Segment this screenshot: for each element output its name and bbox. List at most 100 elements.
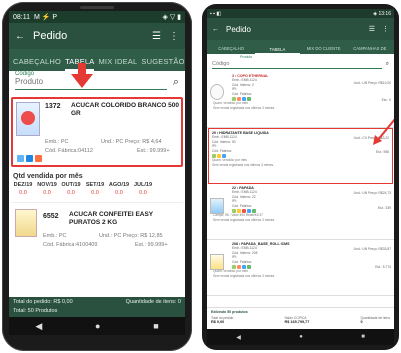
status-icons-right: ◈ 13:16: [373, 10, 391, 17]
product-card[interactable]: 22 • PAPADA Emb.: EMB.1124 Cód. Interno:…: [207, 184, 394, 240]
tab-campanhas[interactable]: CAMPANHAS DE: [348, 46, 392, 54]
sales-value: 0.0: [43, 190, 51, 196]
order-total: Total do pedido: R$ 0,00: [13, 299, 73, 305]
search-label: Código: [15, 71, 35, 77]
product-thumbnail: [16, 102, 40, 136]
red-arrow-icon: [71, 63, 93, 88]
sales-value: 0.0: [19, 190, 27, 196]
sales-title: Qtd vendida por mês: [13, 173, 83, 180]
tab-cabecalho[interactable]: CABEÇALHO: [209, 46, 253, 54]
product-und-preco: Und.: UN Preço: R$33,87: [353, 247, 391, 251]
product-description: ACUCAR COLORIDO BRANCO 500 GR: [71, 102, 179, 117]
status-bar: 08:11 M ⚡ P ◈ ▽ ▮: [9, 11, 185, 23]
page-title: Pedido: [226, 24, 251, 34]
tab-mix-do-cliente[interactable]: MIX DO CLIENTE: [302, 46, 346, 54]
product-badges: [17, 155, 42, 162]
product-thumbnail: [210, 84, 224, 100]
search-row: ⌕: [9, 71, 185, 93]
product-card-highlighted[interactable]: 20 • HIDRATANTE BASE LIQUIDA Emb.: EMB.1…: [208, 128, 393, 184]
product-thumbnail: [210, 254, 224, 270]
product-cod-fabrica: Cód. Fábrica:: [232, 203, 252, 208]
nav-home-icon[interactable]: ●: [299, 334, 303, 340]
sales-note: Sem venda registrada nos últimos 3 meses…: [213, 105, 276, 110]
sales-history: DEZ/19 0.0 NOV/19 0.0 OUT/19 0.0 SET/19 0.0 …: [9, 182, 185, 196]
qty-value: 0: [360, 320, 363, 324]
product-estoque: Est.: 99.999+: [135, 242, 168, 248]
search-row: Produto ⌕: [212, 55, 389, 72]
product-emb: Emb.: PC: [43, 233, 67, 239]
arrow-back-icon[interactable]: ←: [212, 26, 219, 33]
saldo-value: R$ 165.799,77: [284, 320, 310, 324]
product-und-preco: Und.: PC Preço: R$ 4,64: [101, 139, 162, 145]
product-card[interactable]: 208 • PAPADA_BASE_ROLL ICMS Emb.: EMB.11…: [207, 240, 394, 296]
product-estoque: Est.: 99.999+: [137, 148, 170, 154]
filter-icon[interactable]: ☰: [369, 25, 375, 33]
product-estoque: Est.: 339: [377, 206, 391, 210]
tab-mix-ideal[interactable]: MIX IDEAL: [98, 57, 137, 71]
product-card[interactable]: 3 • COPO ETHERNAL Emb.: EMB.1124 Cód. In…: [207, 72, 394, 128]
status-icons-left: ▪ ▪ ◧: [210, 10, 222, 17]
product-cod-fabrica: Cód. Fábrica:: [232, 91, 252, 96]
search-label: Produto: [240, 55, 253, 59]
sales-value: 0.0: [115, 190, 123, 196]
app-bar: ← Pedido ☰ ⋮: [207, 18, 394, 40]
nav-back-icon[interactable]: ◀: [35, 321, 42, 332]
left-screen: 08:11 M ⚡ P ◈ ▽ ▮ ← Pedido ☰ ⋮ CABEÇALHO…: [9, 11, 185, 335]
sales-month: NOV/19: [37, 182, 57, 188]
red-arrow-icon: [373, 118, 394, 145]
product-card[interactable]: 6552 ACUCAR CONFEITEI EASY PURATOS 2 KG …: [11, 202, 183, 254]
product-card-highlighted[interactable]: 1372 ACUCAR COLORIDO BRANCO 500 GR Emb.:…: [11, 97, 183, 167]
product-cod-fabrica: Cód. Fábrica:: [212, 148, 232, 153]
saldo-cell: Saldo CC/RCA R$ 165.799,77: [284, 316, 309, 324]
order-total-cell: Total do pedido R$ 0,00: [211, 316, 233, 324]
arrow-back-icon[interactable]: ←: [15, 31, 25, 42]
search-icon[interactable]: ⌕: [386, 61, 389, 68]
order-quantity: Quantidade de itens: 0: [125, 299, 181, 305]
product-cod-fabrica: Cód. Fábrica:4100409: [43, 242, 98, 248]
tab-cabecalho[interactable]: CABEÇALHO: [13, 57, 61, 71]
product-thumbnail: [15, 209, 37, 237]
nav-recents-icon[interactable]: ■: [153, 321, 158, 331]
status-icons-right: ◈ ▽ ▮: [162, 14, 181, 21]
product-code: 6552: [43, 213, 59, 220]
code-search-input[interactable]: [212, 59, 382, 69]
right-phone-frame: ▪ ▪ ◧ ◈ 13:16 ← Pedido ☰ ⋮ CABEÇALHO TAB…: [202, 4, 399, 350]
sales-month: DEZ/19: [13, 182, 33, 188]
order-footer: Total do pedido: R$ 0,00 Quantidade de i…: [9, 297, 185, 317]
more-vert-icon[interactable]: ⋮: [382, 25, 389, 33]
more-vert-icon[interactable]: ⋮: [169, 31, 179, 42]
sales-note: Sem venda registrada nos últimos 3 meses…: [213, 273, 276, 278]
product-und-preco: Und.: PC Preço: R$ 12,85: [99, 233, 163, 239]
product-emb: Emb.: PC: [45, 139, 69, 145]
product-cod-fabrica: Cód. Fábrica:04112: [45, 148, 93, 154]
tab-bar: CABEÇALHO TABELA MIX DO CLIENTE CAMPANHA…: [207, 40, 394, 54]
android-nav-bar: ◀ ● ■: [207, 329, 394, 345]
tab-tabela[interactable]: TABELA: [255, 47, 300, 54]
promo-badge-icon: [35, 155, 42, 162]
nav-home-icon[interactable]: ●: [95, 321, 100, 331]
order-products-total: Total: 50 Produtos: [13, 308, 58, 314]
sales-note: Sem venda registrada nos últimos 3 meses…: [213, 217, 276, 222]
order-footer: Exibindo 50 produtos Total do pedido R$ 0…: [207, 307, 394, 329]
sales-month: AGO/19: [108, 182, 130, 188]
nav-back-icon[interactable]: ◀: [236, 334, 241, 341]
screenshot-root: 08:11 M ⚡ P ◈ ▽ ▮ ← Pedido ☰ ⋮ CABEÇALHO…: [0, 0, 401, 353]
sales-month: SET/19: [85, 182, 105, 188]
qty-cell: Quantidade de itens 0: [360, 316, 390, 324]
status-bar: ▪ ▪ ◧ ◈ 13:16: [207, 9, 394, 18]
product-estoque: Est.: 0: [381, 98, 391, 102]
filter-icon[interactable]: ☰: [152, 31, 161, 42]
status-time: 08:11: [13, 13, 30, 21]
nav-recents-icon[interactable]: ■: [361, 334, 365, 340]
qty-label: Quantidade de itens: [360, 316, 390, 320]
earpiece: [80, 6, 114, 9]
product-thumbnail: [210, 198, 224, 214]
product-und-preco: Und.: UN Preço: R$24,73: [353, 191, 391, 195]
tab-bar: CABEÇALHO TABELA MIX IDEAL SUGESTÃO: [9, 49, 185, 71]
search-icon[interactable]: ⌕: [173, 76, 179, 89]
page-title: Pedido: [33, 30, 68, 42]
info-badge-icon: [17, 155, 24, 162]
sales-value: 0.0: [139, 190, 147, 196]
products-count: Exibindo 50 produtos: [211, 310, 248, 314]
tab-sugestao[interactable]: SUGESTÃO: [141, 57, 184, 71]
